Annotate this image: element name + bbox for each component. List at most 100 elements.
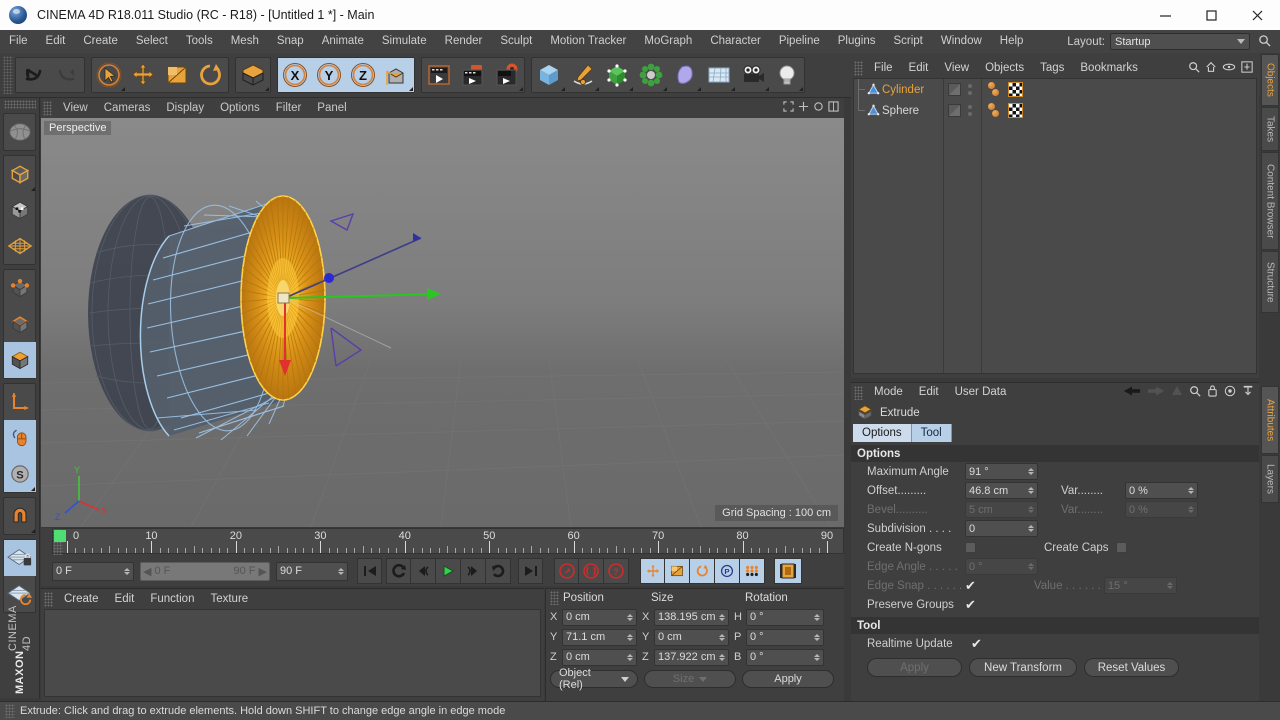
spinner-bevel[interactable] [1028, 506, 1034, 513]
reset-values-button[interactable]: Reset Values [1084, 658, 1179, 677]
size-z-input[interactable]: 137.922 cm [654, 648, 729, 666]
home-icon[interactable] [1205, 61, 1217, 76]
menu-simulate[interactable]: Simulate [373, 30, 436, 53]
viewport-menu-view[interactable]: View [55, 98, 96, 118]
vtab-attributes[interactable]: Attributes [1261, 386, 1279, 454]
vtab-layers[interactable]: Layers [1261, 455, 1279, 503]
next-frame-icon[interactable] [461, 558, 486, 584]
z-axis-icon[interactable]: Z [346, 58, 380, 92]
object-manager-grip[interactable] [854, 60, 863, 76]
object-menu-objects[interactable]: Objects [977, 58, 1032, 78]
cube-primitive-icon[interactable] [532, 58, 566, 92]
keyframe-selection-icon[interactable]: ? [604, 558, 629, 584]
previous-frame-icon[interactable] [411, 558, 436, 584]
toolbar-grip[interactable] [3, 56, 13, 94]
menu-help[interactable]: Help [991, 30, 1033, 53]
attribute-manager-grip[interactable] [854, 385, 863, 400]
input-bevel[interactable]: 5 cm [965, 501, 1038, 518]
timeline-view-icon[interactable] [774, 558, 802, 584]
material-menu-create[interactable]: Create [56, 589, 107, 609]
lock-icon[interactable] [1207, 385, 1218, 400]
rotation-h-input[interactable]: 0 ° [746, 608, 824, 626]
range-left-arrow-icon[interactable]: ◀ [143, 565, 151, 578]
vtab-takes[interactable]: Takes [1261, 107, 1279, 151]
select-live-icon[interactable] [92, 58, 126, 92]
visibility-dots-icon[interactable] [968, 105, 972, 116]
axis-modify-icon[interactable] [4, 384, 36, 420]
material-menu-function[interactable]: Function [142, 589, 202, 609]
search-icon[interactable] [1189, 385, 1201, 400]
menu-window[interactable]: Window [932, 30, 991, 53]
rotation-key-icon[interactable] [690, 558, 715, 584]
param-key-icon[interactable]: P [715, 558, 740, 584]
pla-key-icon[interactable] [740, 558, 765, 584]
render-region-icon[interactable] [456, 58, 490, 92]
nurbs-icon[interactable] [600, 58, 634, 92]
select-tool-icon[interactable] [4, 114, 36, 150]
spinner-maximum-angle[interactable] [1028, 468, 1034, 475]
attr-menu-user-data[interactable]: User Data [947, 383, 1015, 402]
current-frame-input[interactable]: 0 F [52, 561, 134, 581]
viewport-layout-icon[interactable] [828, 101, 839, 115]
scale-key-icon[interactable] [665, 558, 690, 584]
viewport-menu-filter[interactable]: Filter [268, 98, 310, 118]
record-key-icon[interactable] [554, 558, 579, 584]
scale-icon[interactable] [160, 58, 194, 92]
minimize-button[interactable] [1142, 0, 1188, 30]
y-axis-icon[interactable]: Y [312, 58, 346, 92]
input-offset[interactable]: 46.8 cm [965, 482, 1038, 499]
polygon-axis-icon[interactable] [4, 228, 36, 264]
size-mode-dropdown[interactable]: Size [644, 670, 736, 688]
material-tag-icon[interactable] [1008, 82, 1023, 97]
visibility-toggle-icon[interactable] [948, 83, 961, 96]
rotation-p-spinner[interactable] [814, 633, 820, 641]
end-frame-input[interactable]: 90 F [276, 561, 348, 581]
spinner-edge-angle[interactable] [1028, 563, 1034, 570]
back-arrow-icon[interactable] [1123, 385, 1141, 400]
visibility-row-cylinder[interactable] [944, 79, 981, 100]
render-settings-icon[interactable] [490, 58, 524, 92]
current-frame-marker[interactable] [54, 530, 66, 542]
vtab-objects[interactable]: Objects [1261, 54, 1279, 106]
object-menu-file[interactable]: File [866, 58, 901, 78]
menu-edit[interactable]: Edit [37, 30, 75, 53]
render-view-icon[interactable] [422, 58, 456, 92]
rotation-p-input[interactable]: 0 ° [746, 628, 824, 646]
menu-plugins[interactable]: Plugins [829, 30, 885, 53]
object-tree[interactable]: Cylinder Sphere [853, 78, 1257, 374]
object-menu-edit[interactable]: Edit [901, 58, 937, 78]
left-toolbar-grip[interactable] [3, 100, 36, 109]
preview-range-slider[interactable]: ◀ 0 F 90 F ▶ [140, 561, 270, 581]
deformer-icon[interactable] [668, 58, 702, 92]
input-bevel-var[interactable]: 0 % [1125, 501, 1198, 518]
workplane-lock-icon[interactable] [4, 540, 36, 576]
environment-icon[interactable] [702, 58, 736, 92]
end-frame-spinner[interactable] [338, 567, 344, 575]
link-icon[interactable] [1222, 61, 1236, 76]
input-offset-var[interactable]: 0 % [1125, 482, 1198, 499]
phong-tag-icon[interactable] [988, 102, 1002, 120]
size-z-spinner[interactable] [719, 653, 725, 661]
menu-create[interactable]: Create [74, 30, 127, 53]
soft-selection-icon[interactable]: S [4, 456, 36, 492]
menu-script[interactable]: Script [884, 30, 931, 53]
new-transform-button[interactable]: New Transform [969, 658, 1077, 677]
current-frame-spinner[interactable] [124, 567, 130, 575]
checkbox-create-caps[interactable] [1116, 542, 1127, 553]
point-mode-icon[interactable] [4, 270, 36, 306]
menu-mesh[interactable]: Mesh [222, 30, 268, 53]
input-edge-angle[interactable]: 0 ° [965, 558, 1038, 575]
expand-icon[interactable] [1241, 60, 1253, 76]
material-menu-texture[interactable]: Texture [202, 589, 256, 609]
material-list[interactable] [44, 609, 541, 697]
input-edge-snap-value[interactable]: 15 ° [1103, 577, 1177, 594]
viewport-menu-panel[interactable]: Panel [309, 98, 354, 118]
visibility-toggle-icon[interactable] [948, 104, 961, 117]
position-y-input[interactable]: 71.1 cm [562, 628, 637, 646]
input-subdivision[interactable]: 0 [965, 520, 1038, 537]
checkbox-preserve-groups[interactable]: ✔ [965, 598, 976, 611]
tags-row-cylinder[interactable] [982, 79, 1256, 100]
tab-tool[interactable]: Tool [911, 424, 952, 442]
workplane-icon[interactable] [236, 58, 270, 92]
coordinates-grip[interactable] [550, 591, 559, 605]
